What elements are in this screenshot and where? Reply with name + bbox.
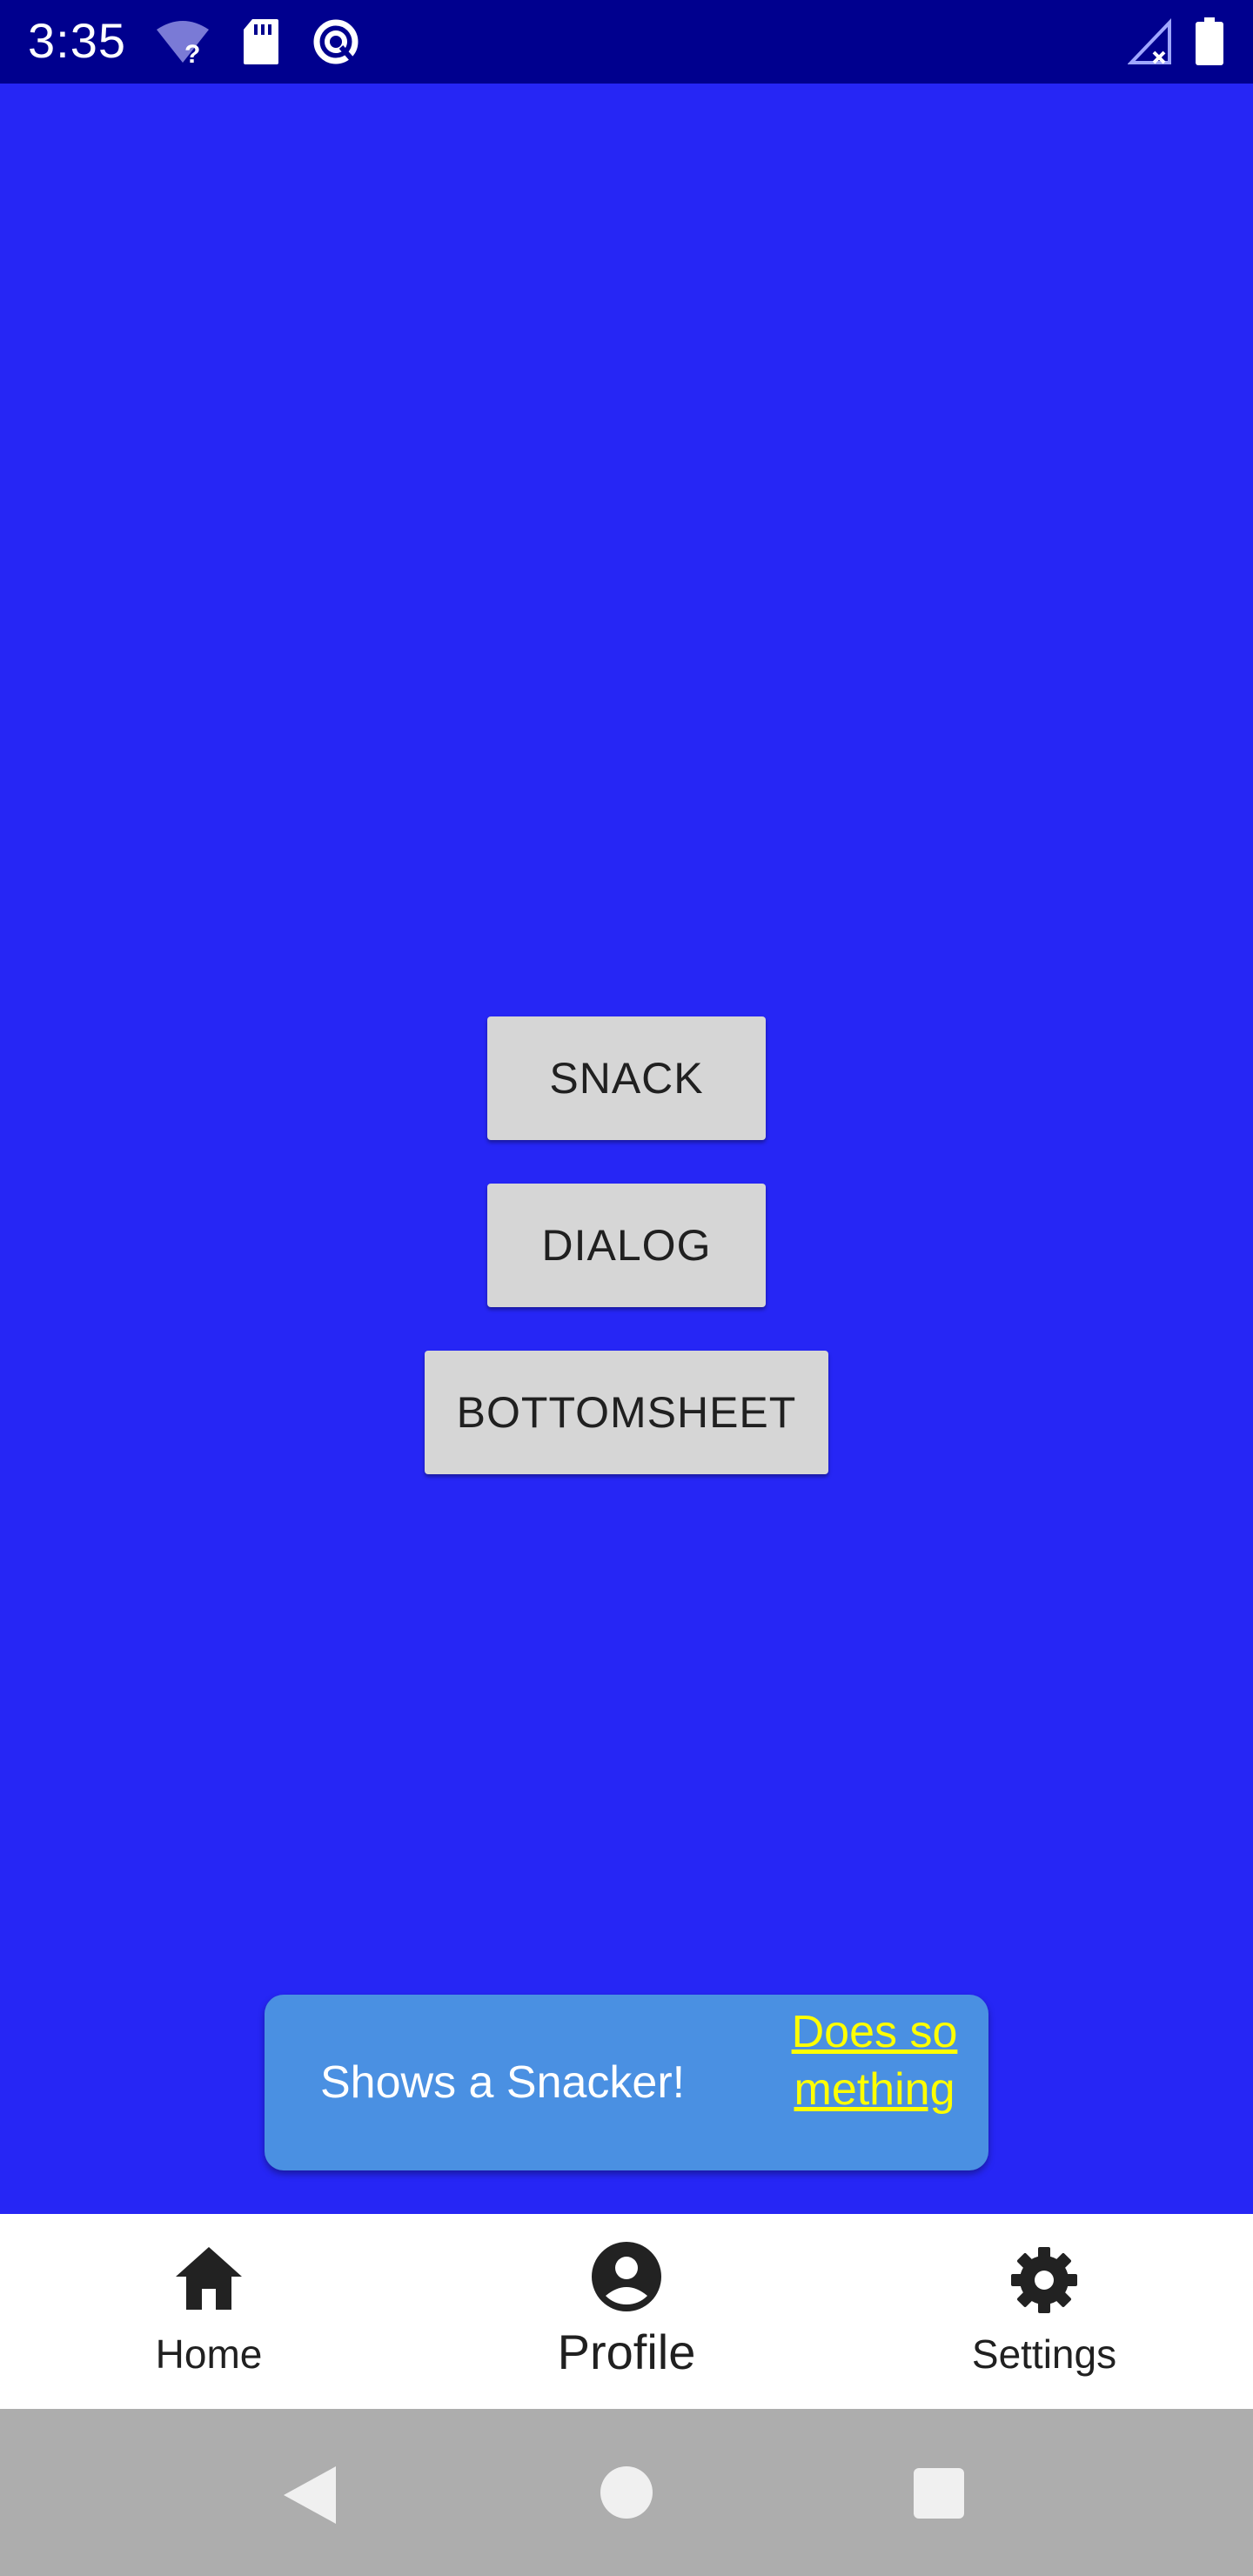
wifi-question-icon: ?	[155, 17, 211, 70]
status-time: 3:35	[28, 13, 126, 68]
nav-label-home: Home	[155, 2331, 263, 2377]
snack-button[interactable]: SNACK	[487, 1016, 766, 1140]
nav-item-profile[interactable]: Profile	[418, 2214, 835, 2409]
data-saver-icon	[310, 17, 362, 70]
svg-text:?: ?	[184, 40, 200, 66]
gear-icon	[1009, 2245, 1079, 2319]
home-circle-icon[interactable]	[599, 2465, 654, 2525]
system-navigation-bar	[0, 2409, 1253, 2576]
nav-item-settings[interactable]: Settings	[835, 2214, 1253, 2409]
home-icon	[174, 2245, 244, 2316]
snackbar-message: Shows a Snacker!	[320, 2057, 686, 2108]
account-circle-icon	[590, 2240, 663, 2318]
nav-label-profile: Profile	[557, 2324, 696, 2379]
bottomsheet-button[interactable]: BOTTOMSHEET	[425, 1351, 828, 1474]
battery-icon	[1194, 17, 1225, 70]
main-content: SNACK DIALOG BOTTOMSHEET	[0, 84, 1253, 2214]
nav-label-settings: Settings	[971, 2331, 1117, 2377]
snackbar-action-link[interactable]: Does something	[783, 2003, 966, 2118]
recents-icon[interactable]	[912, 2466, 966, 2525]
dialog-button[interactable]: DIALOG	[487, 1184, 766, 1307]
sd-card-icon	[242, 17, 280, 70]
back-icon[interactable]	[278, 2463, 339, 2532]
no-signal-icon	[1127, 17, 1173, 70]
bottom-navigation: Home Profile Settings	[0, 2214, 1253, 2409]
status-bar: 3:35 ?	[0, 0, 1253, 84]
nav-item-home[interactable]: Home	[0, 2214, 418, 2409]
snackbar: Shows a Snacker! Does something	[265, 1995, 988, 2170]
